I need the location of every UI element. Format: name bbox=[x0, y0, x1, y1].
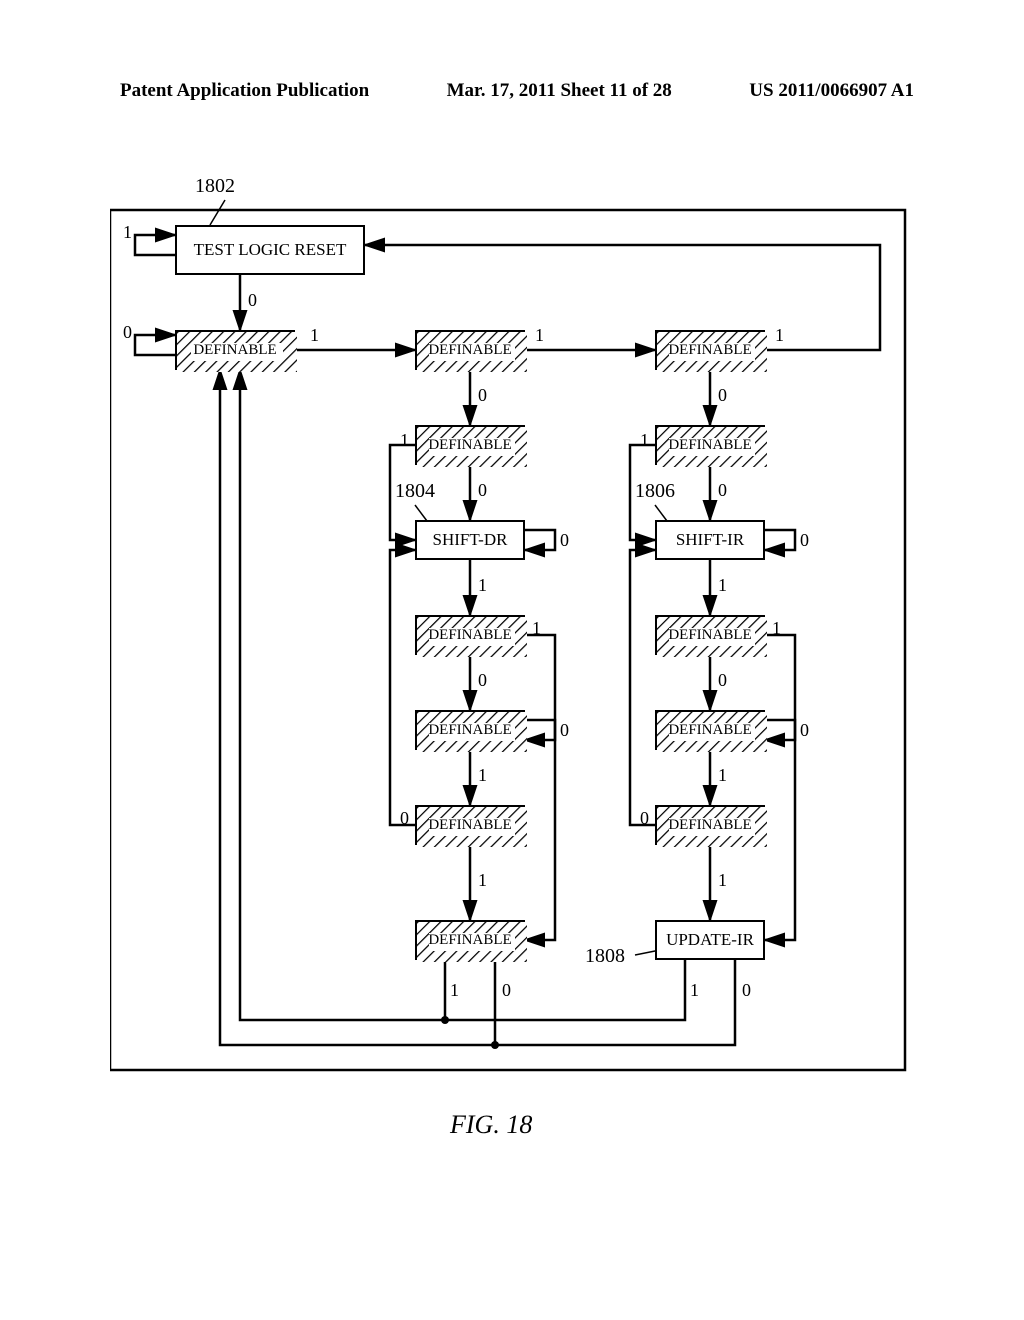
edge-label: 0 bbox=[742, 980, 751, 1001]
edge-label: 0 bbox=[718, 385, 727, 406]
header-left: Patent Application Publication bbox=[120, 80, 369, 102]
state-label: DEFINABLE bbox=[657, 712, 763, 748]
state-label: DEFINABLE bbox=[657, 427, 763, 463]
state-label: DEFINABLE bbox=[657, 617, 763, 653]
edge-label: 1 bbox=[640, 430, 649, 451]
state-run-test-idle-definable: DEFINABLE bbox=[175, 330, 295, 370]
state-label: DEFINABLE bbox=[417, 712, 523, 748]
state-label: TEST LOGIC RESET bbox=[194, 240, 347, 260]
header-right: US 2011/0066907 A1 bbox=[749, 80, 914, 102]
edge-label: 1 bbox=[772, 618, 781, 639]
state-label: UPDATE-IR bbox=[666, 930, 754, 950]
state-label: DEFINABLE bbox=[177, 332, 293, 368]
state-exit1-dr-definable: DEFINABLE bbox=[415, 615, 525, 655]
edge-label: 1 bbox=[478, 575, 487, 596]
state-update-ir: UPDATE-IR bbox=[655, 920, 765, 960]
edge-label: 1 bbox=[532, 618, 541, 639]
edge-label: 1 bbox=[310, 325, 319, 346]
edge-label: 1 bbox=[478, 870, 487, 891]
state-label: DEFINABLE bbox=[417, 617, 523, 653]
state-label: SHIFT-DR bbox=[433, 530, 508, 550]
state-pause-dr-definable: DEFINABLE bbox=[415, 710, 525, 750]
edge-label: 1 bbox=[690, 980, 699, 1001]
edge-label: 0 bbox=[718, 480, 727, 501]
edge-label: 0 bbox=[502, 980, 511, 1001]
edge-label: 0 bbox=[800, 530, 809, 551]
header-mid: Mar. 17, 2011 Sheet 11 of 28 bbox=[447, 80, 672, 102]
edge-label: 1 bbox=[535, 325, 544, 346]
state-select-ir-definable: DEFINABLE bbox=[655, 330, 765, 370]
state-label: DEFINABLE bbox=[417, 427, 523, 463]
ref-1802: 1802 bbox=[195, 175, 235, 198]
edge-label: 1 bbox=[775, 325, 784, 346]
edge-label: 0 bbox=[248, 290, 257, 311]
ref-1804: 1804 bbox=[395, 480, 435, 503]
state-diagram: TEST LOGIC RESET DEFINABLE DEFINABLE DEF… bbox=[110, 180, 910, 1100]
edge-label: 0 bbox=[560, 530, 569, 551]
state-select-dr-definable: DEFINABLE bbox=[415, 330, 525, 370]
ref-1808: 1808 bbox=[585, 945, 625, 968]
edge-label: 0 bbox=[478, 670, 487, 691]
edge-label: 0 bbox=[478, 480, 487, 501]
state-capture-ir-definable: DEFINABLE bbox=[655, 425, 765, 465]
ref-1806: 1806 bbox=[635, 480, 675, 503]
state-pause-ir-definable: DEFINABLE bbox=[655, 710, 765, 750]
edge-label: 1 bbox=[718, 765, 727, 786]
state-label: DEFINABLE bbox=[417, 807, 523, 843]
state-exit2-dr-definable: DEFINABLE bbox=[415, 805, 525, 845]
state-exit2-ir-definable: DEFINABLE bbox=[655, 805, 765, 845]
state-test-logic-reset: TEST LOGIC RESET bbox=[175, 225, 365, 275]
edge-label: 0 bbox=[640, 808, 649, 829]
edge-label: 1 bbox=[450, 980, 459, 1001]
edge-label: 0 bbox=[718, 670, 727, 691]
state-shift-dr: SHIFT-DR bbox=[415, 520, 525, 560]
edge-label: 0 bbox=[123, 322, 132, 343]
state-shift-ir: SHIFT-IR bbox=[655, 520, 765, 560]
state-label: SHIFT-IR bbox=[676, 530, 744, 550]
edge-label: 0 bbox=[800, 720, 809, 741]
edge-label: 0 bbox=[560, 720, 569, 741]
edge-label: 1 bbox=[718, 575, 727, 596]
state-capture-dr-definable: DEFINABLE bbox=[415, 425, 525, 465]
state-label: DEFINABLE bbox=[417, 922, 523, 958]
state-label: DEFINABLE bbox=[657, 332, 763, 368]
edge-label: 1 bbox=[718, 870, 727, 891]
state-label: DEFINABLE bbox=[417, 332, 523, 368]
edge-label: 0 bbox=[478, 385, 487, 406]
edge-label: 1 bbox=[478, 765, 487, 786]
state-label: DEFINABLE bbox=[657, 807, 763, 843]
state-exit1-ir-definable: DEFINABLE bbox=[655, 615, 765, 655]
state-update-dr-definable: DEFINABLE bbox=[415, 920, 525, 960]
page-header: Patent Application Publication Mar. 17, … bbox=[0, 80, 1024, 102]
edge-label: 1 bbox=[123, 222, 132, 243]
edge-label: 0 bbox=[400, 808, 409, 829]
edge-label: 1 bbox=[400, 430, 409, 451]
figure-caption: FIG. 18 bbox=[450, 1110, 532, 1140]
